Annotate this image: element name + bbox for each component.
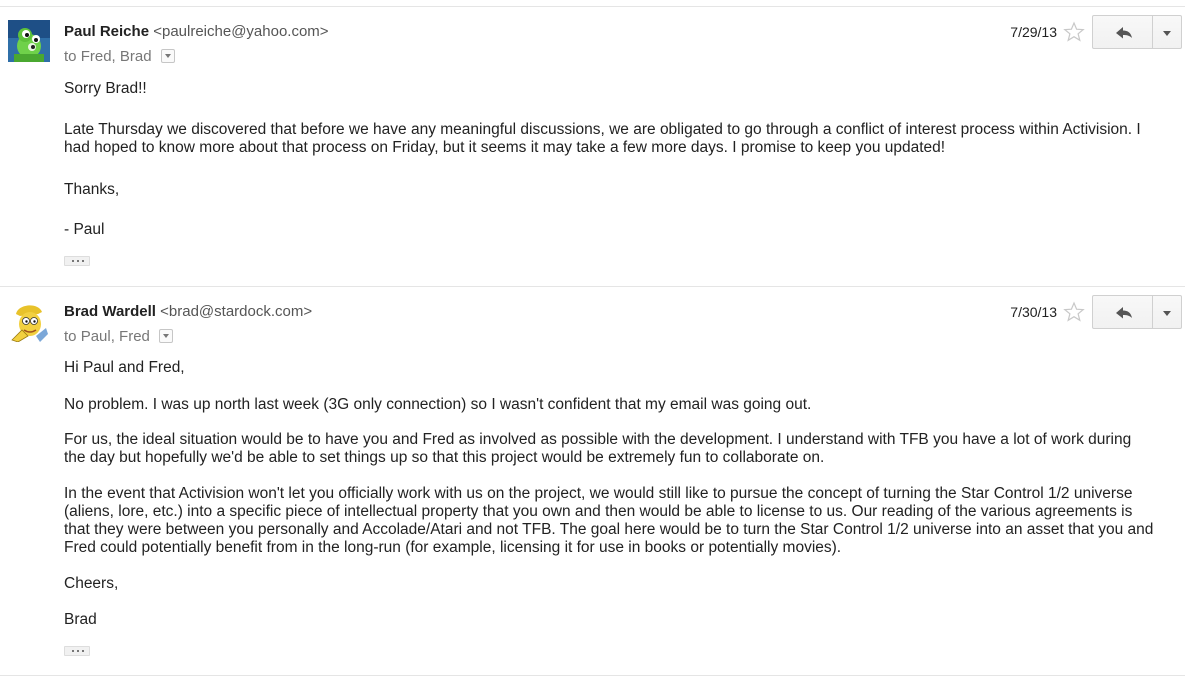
body-paragraph: Hi Paul and Fred, [64,359,185,376]
sender: Brad Wardell <brad@stardock.com> [64,303,312,320]
ellipsis-icon [72,260,74,262]
sender-email: <paulreiche@yahoo.com> [153,23,329,40]
ellipsis-dot [82,650,84,652]
reply-button-group [1092,295,1182,329]
ellipsis-icon [72,650,74,652]
recipients-prefix: to [64,48,77,65]
reply-button[interactable] [1092,295,1153,329]
avatar[interactable] [8,300,50,343]
body-paragraph: Brad [64,611,97,628]
sender: Paul Reiche <paulreiche@yahoo.com> [64,23,329,40]
show-trimmed-content[interactable] [64,646,90,656]
reply-arrow-icon [1116,307,1132,319]
show-details-icon[interactable] [159,329,174,343]
chevron-down-icon [1163,31,1171,36]
body-paragraph: For us, the ideal situation would be to … [64,431,1132,466]
body-paragraph: - Paul [64,221,105,238]
avatar-image [8,300,50,343]
show-trimmed-content[interactable] [64,256,90,266]
recipient-rest: , Fred [110,328,150,345]
recipient-rest: , Brad [111,48,152,65]
body-paragraph: In the event that Activision won't let y… [64,485,1154,556]
bottom-divider [0,675,1185,676]
body-paragraph: Cheers, [64,575,119,592]
message-date[interactable]: 7/30/13 [987,304,1057,320]
ellipsis-dot [77,650,79,652]
body-paragraph: Sorry Brad!! [64,80,147,97]
sender-email: <brad@stardock.com> [160,303,313,320]
ellipsis-dot [77,260,79,262]
recipients: to Fred, Brad [64,48,175,65]
recipient-first: Fred [80,48,112,65]
body-paragraph: Thanks, [64,181,120,198]
ellipsis-dot [82,260,84,262]
star-icon[interactable] [1063,21,1085,43]
avatar[interactable] [8,20,50,62]
recipients-prefix: to [64,328,77,345]
reply-button[interactable] [1092,15,1153,49]
recipients: to Paul, Fred [64,328,174,345]
avatar-image [8,20,50,62]
show-details-icon[interactable] [160,49,175,63]
more-options-button[interactable] [1153,15,1182,49]
more-options-button[interactable] [1153,295,1182,329]
recipient-first: Paul [80,328,111,345]
message-divider [0,286,1185,287]
chevron-down-icon [1163,311,1171,316]
sender-name[interactable]: Brad Wardell [64,303,156,320]
reply-button-group [1092,15,1182,49]
reply-arrow-icon [1116,27,1132,39]
star-icon[interactable] [1063,301,1085,323]
body-paragraph: Late Thursday we discovered that before … [64,121,1141,156]
top-divider [0,6,1185,7]
body-paragraph: No problem. I was up north last week (3G… [64,396,812,413]
message-date[interactable]: 7/29/13 [987,24,1057,40]
sender-name[interactable]: Paul Reiche [64,23,149,40]
